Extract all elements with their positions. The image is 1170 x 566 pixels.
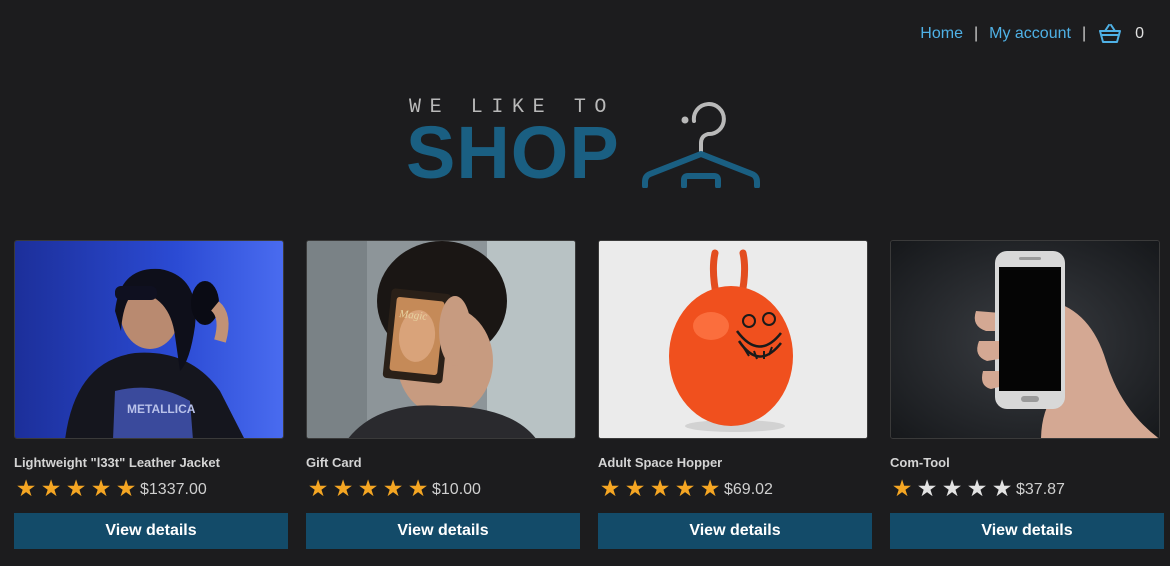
hanger-icon — [642, 102, 760, 188]
star-icon: ★ — [40, 474, 62, 501]
star-icon: ★ — [624, 474, 646, 501]
product-rating: ★ ★ ★ ★ ★ $69.02 — [598, 475, 872, 501]
star-rating: ★ ★ ★ ★ ★ — [306, 474, 430, 501]
product-card: Adult Space Hopper ★ ★ ★ ★ ★ $69.02 View… — [598, 240, 872, 549]
star-icon: ★ — [916, 474, 938, 501]
view-details-button[interactable]: View details — [598, 513, 872, 549]
star-icon: ★ — [991, 474, 1013, 501]
star-rating: ★ ★ ★ ★ ★ — [598, 474, 722, 501]
star-icon: ★ — [382, 474, 404, 501]
star-icon: ★ — [407, 474, 429, 501]
star-rating: ★ ★ ★ ★ ★ — [14, 474, 138, 501]
star-icon: ★ — [332, 474, 354, 501]
view-details-button[interactable]: View details — [14, 513, 288, 549]
product-name[interactable]: Gift Card — [306, 455, 580, 470]
star-icon: ★ — [891, 474, 913, 501]
star-icon: ★ — [115, 474, 137, 501]
home-link[interactable]: Home — [920, 25, 963, 43]
product-name[interactable]: Com-Tool — [890, 455, 1164, 470]
woman-in-headphones-photo[interactable]: METALLICA — [14, 240, 284, 439]
logo-brand: SHOP — [406, 111, 620, 194]
man-holding-card-photo[interactable]: Magic — [306, 240, 576, 439]
product-price: $1337.00 — [140, 481, 207, 498]
space-hopper-photo[interactable] — [598, 240, 868, 439]
product-price: $10.00 — [432, 481, 481, 498]
basket-icon[interactable] — [1099, 24, 1122, 44]
star-icon: ★ — [699, 474, 721, 501]
hand-holding-phone-photo[interactable] — [890, 240, 1160, 439]
product-card: Com-Tool ★ ★ ★ ★ ★ $37.87 View details — [890, 240, 1164, 549]
product-card: METALLICA Lightweight "l33t" Leather Jac… — [14, 240, 288, 549]
cart-count[interactable]: 0 — [1135, 25, 1144, 43]
star-rating: ★ ★ ★ ★ ★ — [890, 474, 1014, 501]
nav-separator: | — [973, 25, 979, 42]
star-icon: ★ — [966, 474, 988, 501]
product-name[interactable]: Lightweight "l33t" Leather Jacket — [14, 455, 288, 470]
star-icon: ★ — [674, 474, 696, 501]
view-details-button[interactable]: View details — [890, 513, 1164, 549]
product-card: Magic Gift Card ★ ★ ★ ★ ★ $10.00 View de… — [306, 240, 580, 549]
svg-text:METALLICA: METALLICA — [127, 402, 196, 416]
product-rating: ★ ★ ★ ★ ★ $1337.00 — [14, 475, 288, 501]
product-rating: ★ ★ ★ ★ ★ $10.00 — [306, 475, 580, 501]
star-icon: ★ — [599, 474, 621, 501]
nav-separator: | — [1081, 25, 1087, 42]
view-details-button[interactable]: View details — [306, 513, 580, 549]
star-icon: ★ — [15, 474, 37, 501]
star-icon: ★ — [65, 474, 87, 501]
star-icon: ★ — [649, 474, 671, 501]
my-account-link[interactable]: My account — [989, 25, 1071, 43]
star-icon: ★ — [90, 474, 112, 501]
shop-logo[interactable]: WE LIKE TO SHOP — [406, 92, 766, 192]
star-icon: ★ — [357, 474, 379, 501]
product-grid: METALLICA Lightweight "l33t" Leather Jac… — [14, 240, 1164, 549]
product-name[interactable]: Adult Space Hopper — [598, 455, 872, 470]
top-nav: Home | My account | 0 — [920, 24, 1144, 44]
star-icon: ★ — [307, 474, 329, 501]
product-rating: ★ ★ ★ ★ ★ $37.87 — [890, 475, 1164, 501]
product-price: $37.87 — [1016, 481, 1065, 498]
star-icon: ★ — [941, 474, 963, 501]
product-price: $69.02 — [724, 481, 773, 498]
